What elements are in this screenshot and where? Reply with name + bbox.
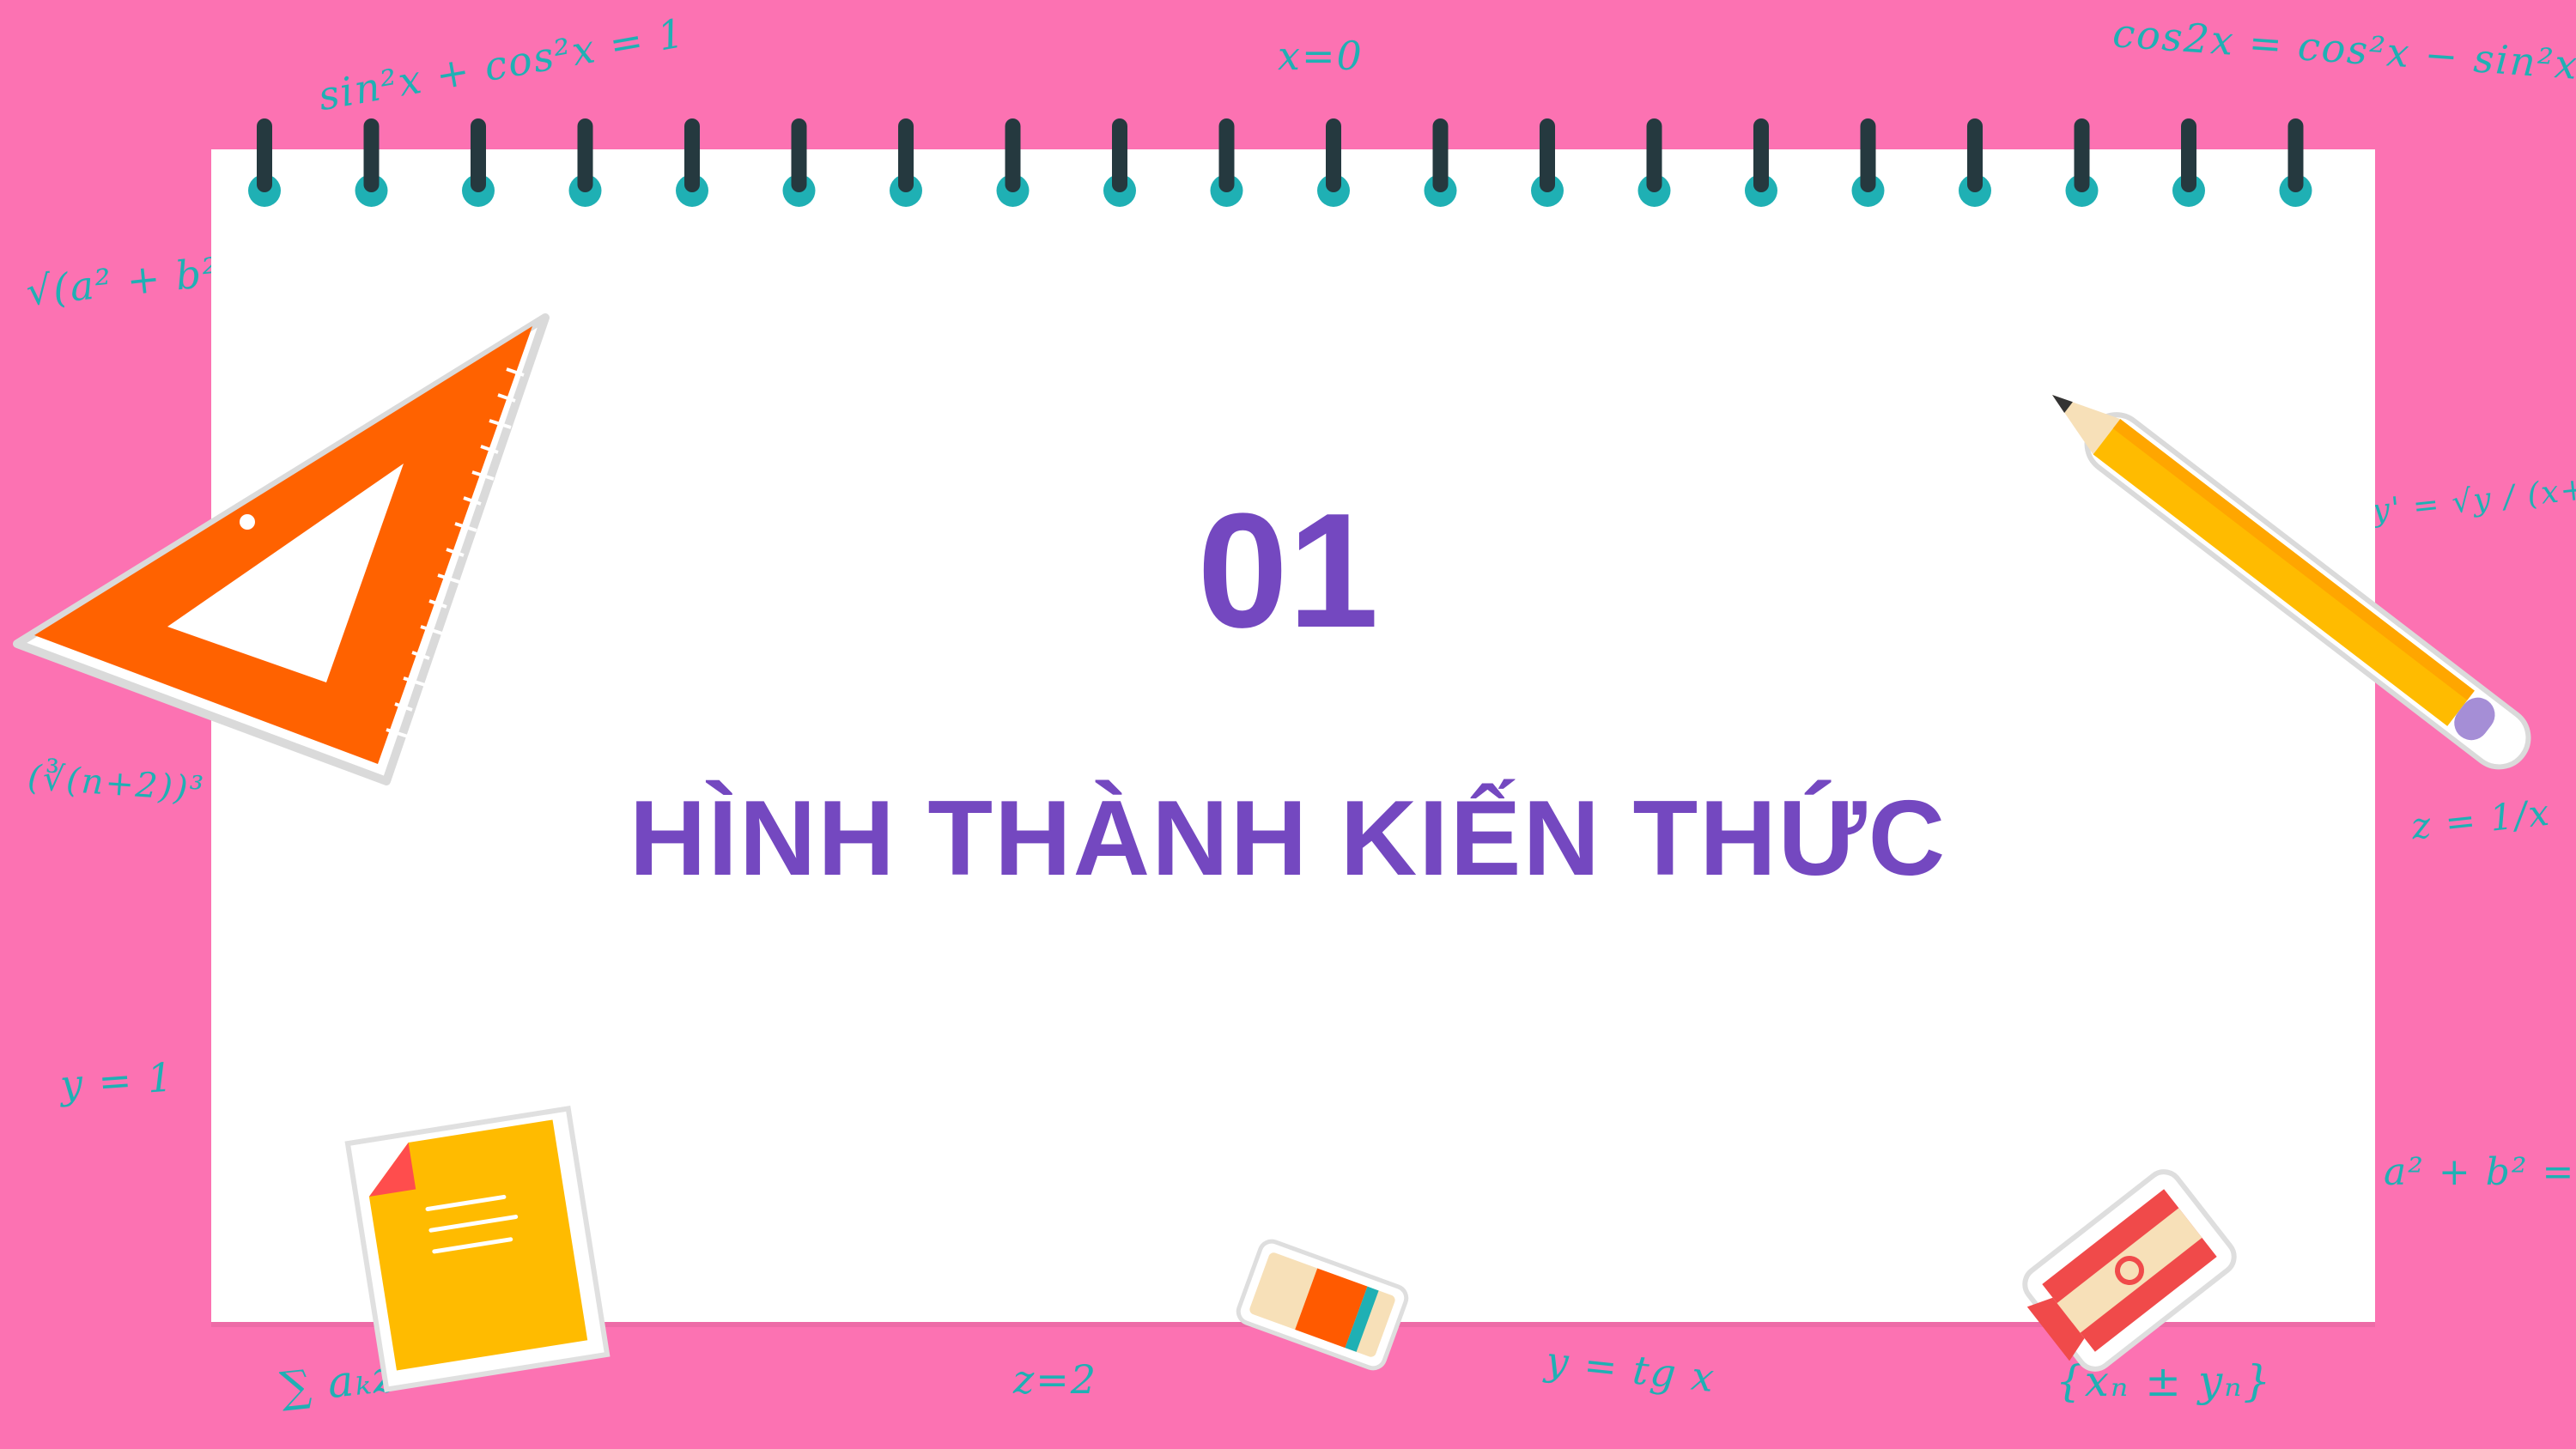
binding-ring [1210, 118, 1243, 207]
binding-ring [1531, 118, 1564, 207]
binding-ring [1959, 118, 1991, 207]
sticky-note-icon [344, 1106, 611, 1392]
binding-ring [568, 118, 602, 207]
spiral-binding-rings [248, 118, 2312, 207]
formula-y-one: y = 1 [58, 1053, 176, 1108]
binding-ring [2065, 118, 2099, 207]
formula-z-two: z=2 [1013, 1356, 1098, 1403]
binding-ring [2279, 118, 2312, 207]
binding-ring [2172, 118, 2205, 207]
binding-ring [248, 118, 281, 207]
sharpener-icon [2022, 1169, 2237, 1372]
binding-ring [890, 118, 922, 207]
binding-ring [1637, 118, 1671, 207]
section-title: HÌNH THÀNH KIẾN THỨC [629, 779, 1947, 898]
formula-y-tg: y = tg x [1543, 1337, 1718, 1402]
binding-ring [355, 118, 388, 207]
binding-ring [1424, 118, 1457, 207]
binding-ring [1103, 118, 1136, 207]
binding-ring [1745, 118, 1777, 207]
eraser-icon [1236, 1239, 1409, 1371]
binding-ring [1317, 118, 1350, 207]
formula-pythagoras: a² + b² = c² [2384, 1150, 2576, 1194]
binding-ring [676, 118, 708, 207]
binding-ring [782, 118, 816, 207]
binding-ring [462, 118, 495, 207]
binding-ring [1851, 118, 1885, 207]
binding-ring [996, 118, 1030, 207]
section-number: 01 [1197, 480, 1379, 662]
